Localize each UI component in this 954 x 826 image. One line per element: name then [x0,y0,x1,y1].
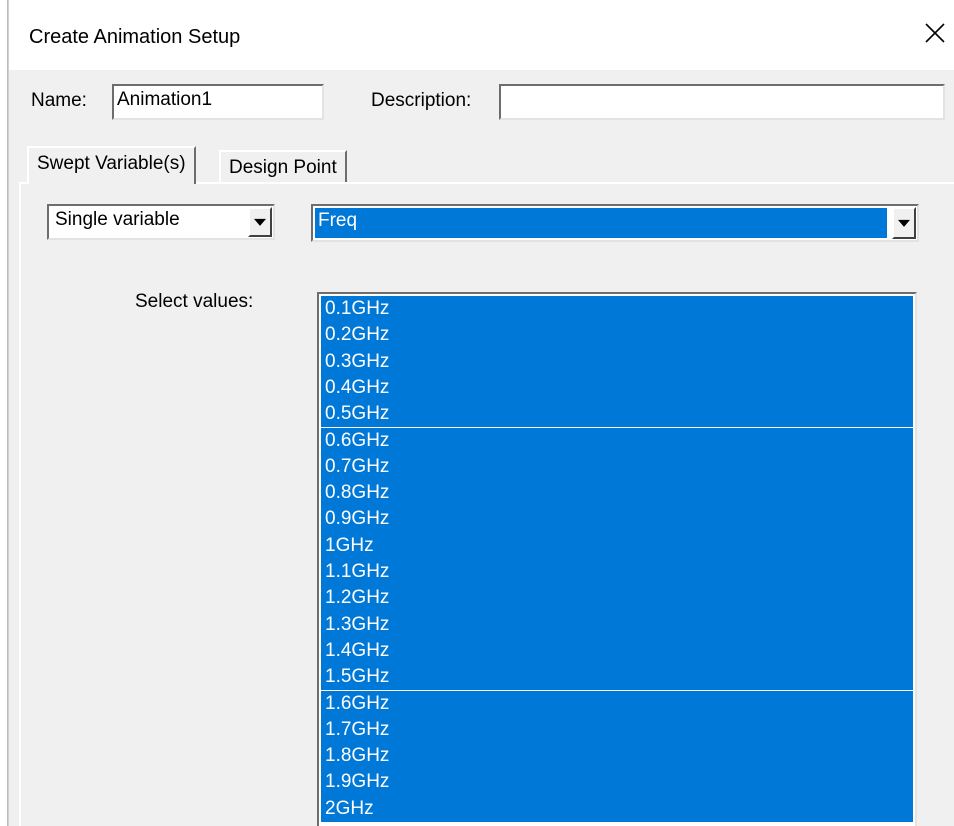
values-listbox[interactable]: 0.1GHz 0.2GHz 0.3GHz 0.4GHz 0.5GHz 0.6GHz 0.7G… [317,292,917,826]
list-item[interactable]: 1.4GHz [321,637,913,665]
list-item[interactable]: 1.2GHz [321,585,913,612]
description-label: Description: [371,90,472,111]
mode-select[interactable]: Single variable [47,204,275,240]
name-input[interactable]: Animation1 [112,84,324,120]
mode-select-value: Single variable [55,209,180,230]
list-item[interactable]: 1.5GHz [321,664,913,691]
variable-select[interactable]: Freq [311,204,919,242]
background-window-edge [0,0,8,826]
name-label: Name: [31,90,87,111]
tab-swept-variables[interactable]: Swept Variable(s) [27,146,196,184]
list-item[interactable]: 0.3GHz [321,348,913,375]
list-item[interactable]: 2GHz [321,795,913,822]
list-item[interactable]: 1.1GHz [321,559,913,586]
select-values-label: Select values: [135,291,254,312]
list-item[interactable]: 1.8GHz [321,743,913,770]
chevron-down-icon[interactable] [892,207,916,239]
title-bar: Create Animation Setup [9,0,954,70]
dialog-title: Create Animation Setup [29,26,241,48]
chevron-down-icon[interactable] [248,207,272,237]
close-icon[interactable] [922,20,948,46]
list-item[interactable]: 0.2GHz [321,322,913,349]
tab-design-point[interactable]: Design Point [219,150,347,184]
list-item[interactable]: 1GHz [321,532,913,559]
list-item[interactable]: 0.6GHz [321,427,913,454]
list-item[interactable]: 0.5GHz [321,401,913,428]
variable-select-value: Freq [315,208,887,238]
create-animation-setup-dialog: Create Animation Setup Name: Animation1 … [8,0,954,826]
list-item[interactable]: 1.3GHz [321,611,913,638]
description-input[interactable] [499,84,945,120]
list-item[interactable]: 0.7GHz [321,453,913,481]
list-item[interactable]: 0.9GHz [321,506,913,533]
list-item[interactable]: 1.9GHz [321,769,913,796]
list-item[interactable]: 1.7GHz [321,716,913,744]
list-item[interactable]: 0.8GHz [321,480,913,507]
list-item[interactable]: 0.1GHz [321,296,913,323]
list-item[interactable]: 0.4GHz [321,374,913,402]
list-item[interactable]: 1.6GHz [321,690,913,717]
